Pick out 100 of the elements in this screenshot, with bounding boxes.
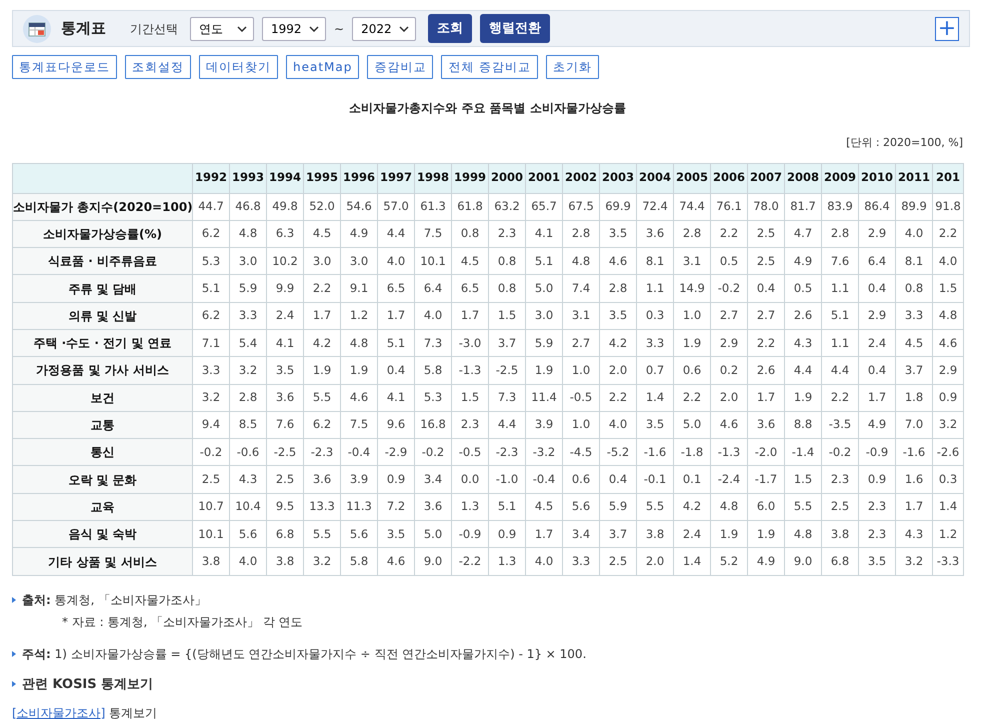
table-cell: 3.5 [378,520,414,548]
table-cell: 49.8 [266,193,304,220]
table-cell: 6.8 [822,548,858,576]
table-cell: 10.4 [230,493,266,521]
table-cell: 4.8 [562,248,600,275]
table-title: 통계표 [61,18,106,40]
table-cell: 1.9 [674,329,710,357]
table-cell: 0.1 [674,466,710,494]
column-header: 2000 [488,163,526,193]
table-cell: 65.7 [526,193,562,220]
table-cell: 1.3 [452,493,488,521]
table-cell: 3.0 [340,248,378,275]
column-header: 2005 [674,163,710,193]
column-header: 2007 [748,163,784,193]
bullet-icon [12,680,16,687]
table-cell: 5.9 [526,329,562,357]
table-cell: 5.0 [526,274,562,302]
table-cell: 3.9 [526,411,562,439]
row-header: 의류 및 신발 [12,302,192,330]
end-year-select[interactable]: 2022 [352,16,416,40]
table-cell: 1.9 [710,520,748,548]
table-cell: -1.7 [748,466,784,494]
action-button[interactable]: 초기화 [546,55,600,79]
table-cell: -0.2 [192,438,230,466]
table-cell: 0.4 [858,274,896,302]
table-cell: 7.0 [896,411,932,439]
table-cell: 6.2 [192,220,230,248]
table-cell: 0.0 [452,466,488,494]
table-cell: 1.9 [304,356,340,384]
table-cell: 4.5 [896,329,932,357]
table-cell: -1.3 [452,356,488,384]
start-year-select[interactable]: 1992 [262,16,326,40]
table-cell: 57.0 [378,193,414,220]
table-cell: 3.2 [230,356,266,384]
table-cell: 5.4 [230,329,266,357]
table-cell: -0.2 [710,274,748,302]
table-cell: 5.5 [636,493,674,521]
table-cell: 72.4 [636,193,674,220]
action-button[interactable]: 데이터찾기 [199,55,278,79]
row-header: 식료품 · 비주류음료 [12,248,192,275]
column-header: 2008 [784,163,822,193]
table-cell: 5.1 [192,274,230,302]
transpose-button[interactable]: 행렬전환 [480,14,550,43]
table-cell: 2.6 [748,356,784,384]
expand-button[interactable]: + [935,16,959,40]
action-button[interactable]: 조회설정 [125,55,191,79]
table-cell: 6.0 [748,493,784,521]
table-cell: 1.7 [748,384,784,412]
table-cell: 2.9 [858,220,896,248]
table-cell: 5.3 [192,248,230,275]
action-button[interactable]: 통계표다운로드 [12,55,117,79]
table-cell: 4.6 [710,411,748,439]
table-cell: 1.2 [932,520,964,548]
table-cell: 3.5 [600,302,636,330]
table-cell: 1.0 [562,356,600,384]
table-cell: 4.6 [340,384,378,412]
action-button[interactable]: heatMap [286,55,360,79]
table-cell: 61.8 [452,193,488,220]
table-cell: 2.2 [600,384,636,412]
table-cell: 0.9 [858,466,896,494]
table-cell: 9.0 [414,548,452,576]
table-cell: 5.8 [414,356,452,384]
action-button[interactable]: 전체 증감비교 [441,55,538,79]
table-cell: 10.1 [414,248,452,275]
table-cell: 46.8 [230,193,266,220]
table-cell: 1.9 [340,356,378,384]
column-header: 201 [932,163,964,193]
table-cell: 5.0 [674,411,710,439]
table-cell: 2.7 [562,329,600,357]
table-cell: 5.2 [710,548,748,576]
table-cell: 3.6 [414,493,452,521]
table-cell: -1.3 [710,438,748,466]
table-cell: -2.4 [710,466,748,494]
table-cell: 4.1 [266,329,304,357]
action-button[interactable]: 증감비교 [367,55,434,79]
table-cell: -1.6 [636,438,674,466]
table-cell: 9.1 [340,274,378,302]
table-cell: 4.4 [784,356,822,384]
table-cell: 5.1 [488,493,526,521]
query-button[interactable]: 조회 [428,14,472,43]
table-cell: 14.9 [674,274,710,302]
table-cell: 3.5 [266,356,304,384]
table-cell: 3.8 [822,520,858,548]
table-cell: 1.5 [488,302,526,330]
table-cell: 4.9 [858,411,896,439]
table-cell: 1.9 [526,356,562,384]
table-cell: 4.0 [600,411,636,439]
table-cell: 7.2 [378,493,414,521]
table-cell: 0.3 [636,302,674,330]
bullet-icon [12,650,16,657]
table-cell: 5.3 [414,384,452,412]
period-type-select[interactable]: 연도 [190,16,254,40]
table-cell: 2.2 [674,384,710,412]
table-cell: -1.4 [784,438,822,466]
table-cell: 4.5 [452,248,488,275]
table-cell: 9.4 [192,411,230,439]
table-cell: 3.6 [304,466,340,494]
table-cell: 1.7 [304,302,340,330]
table-cell: 0.8 [452,220,488,248]
related-link[interactable]: [소비자물가조사] [12,706,106,719]
